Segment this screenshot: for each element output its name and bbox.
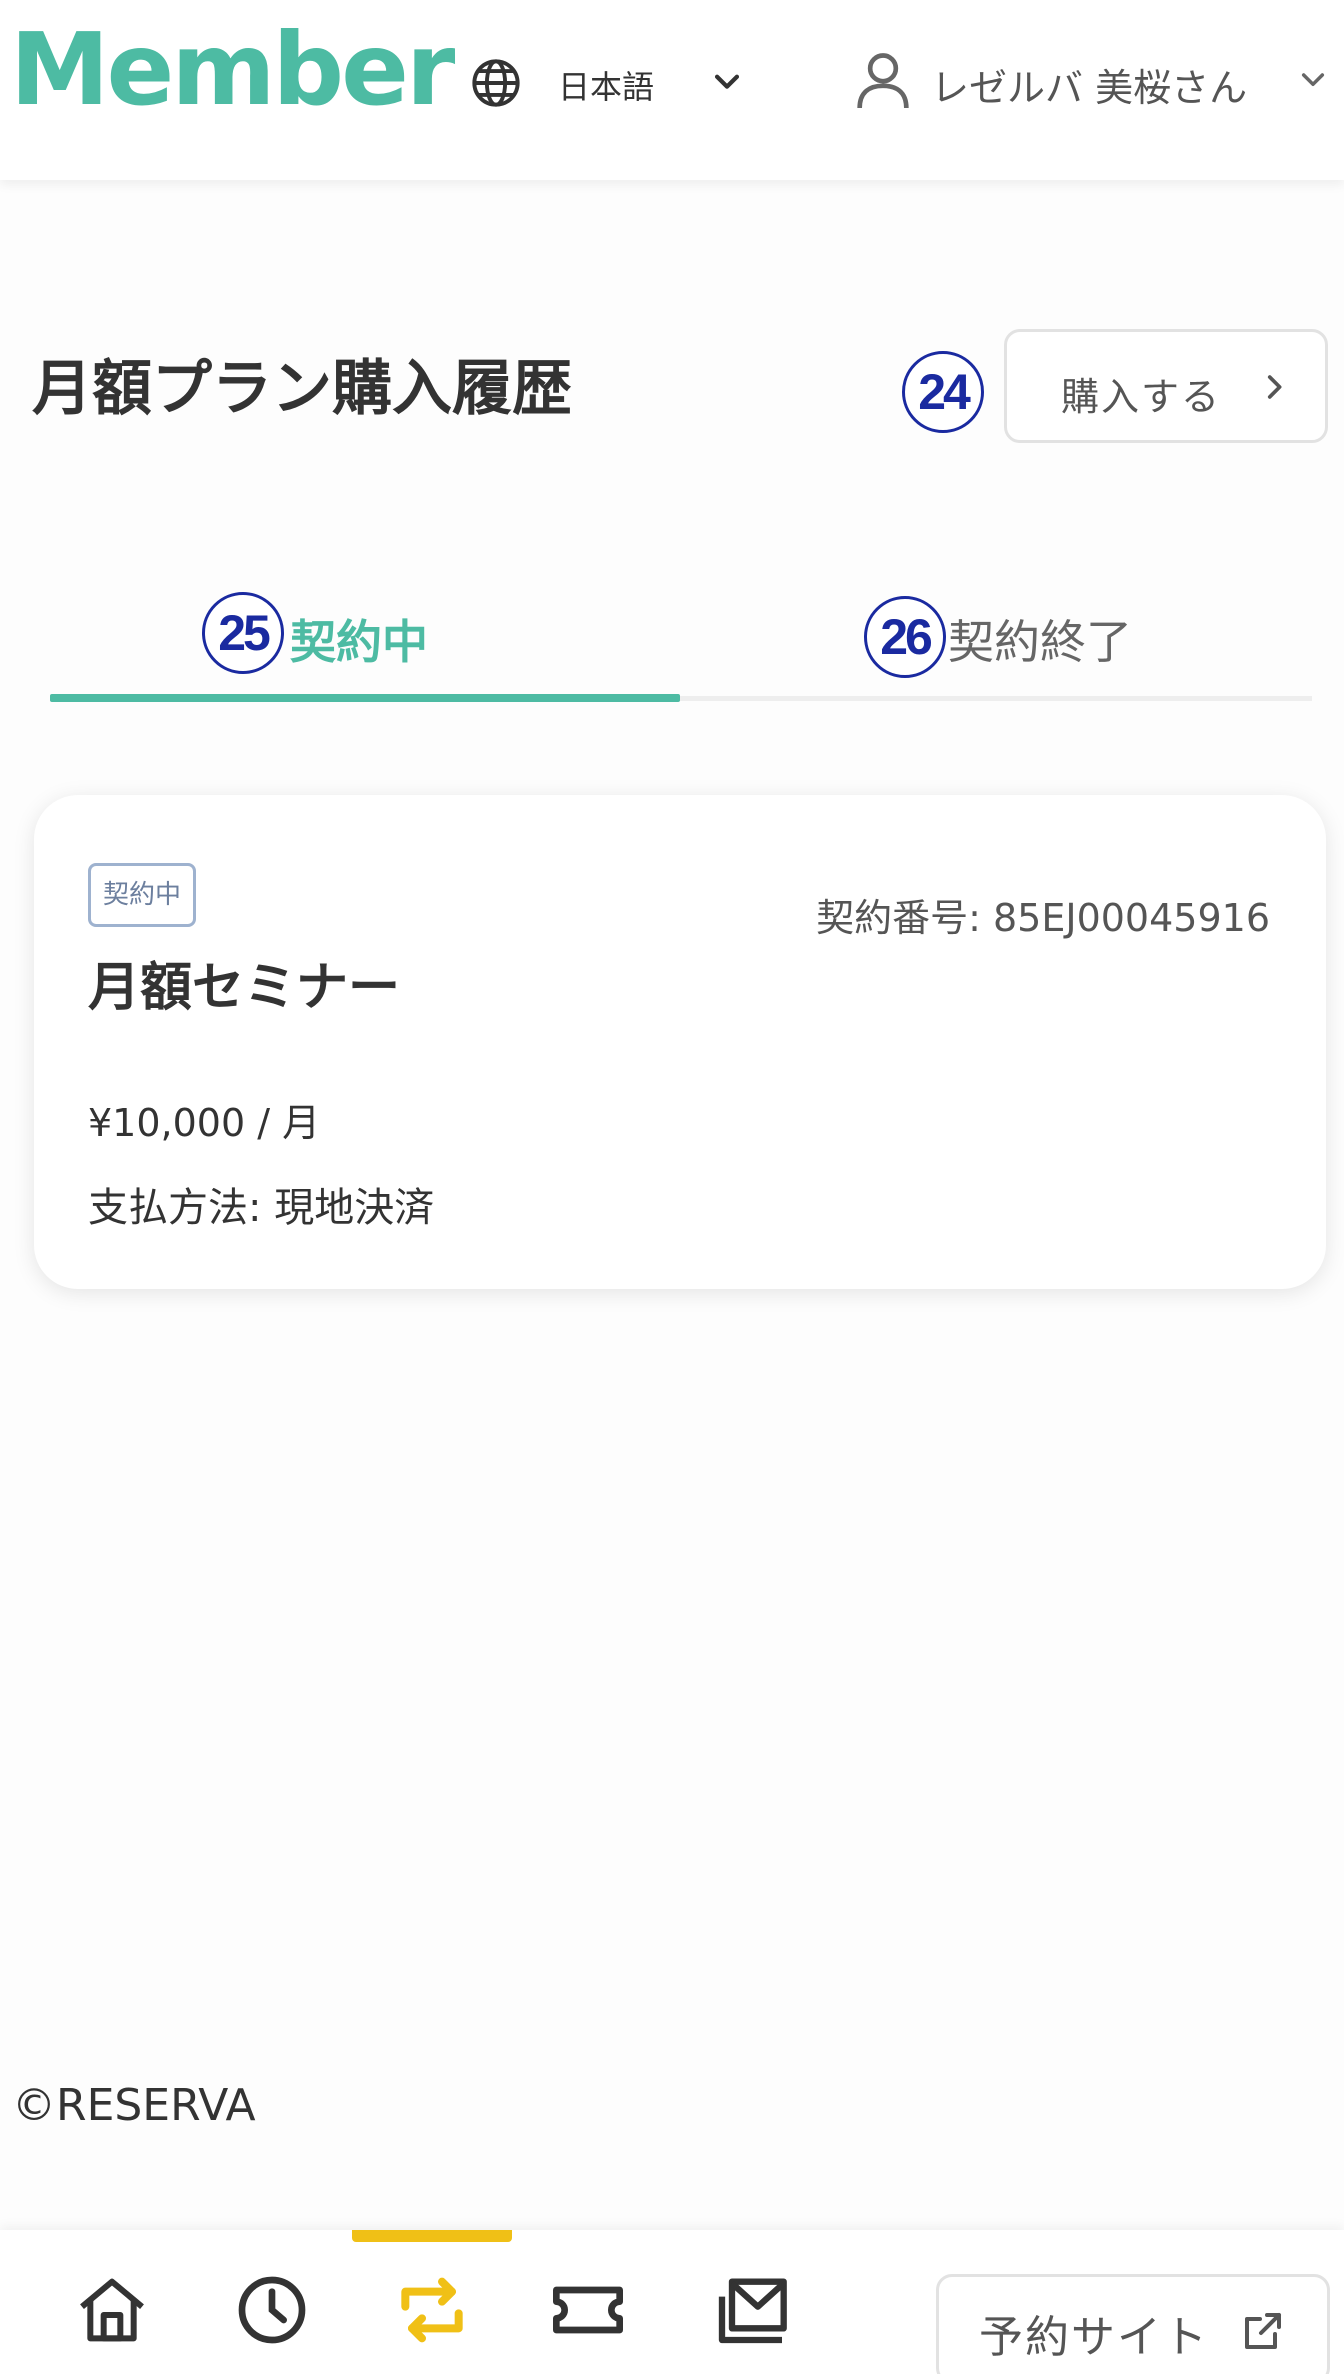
purchase-button[interactable]: 購入する bbox=[1004, 329, 1328, 443]
tab-ended-contracts[interactable]: 26 契約終了 bbox=[680, 570, 1312, 706]
tab-ended-label: 契約終了 bbox=[948, 615, 1132, 669]
nav-tickets[interactable] bbox=[548, 2270, 628, 2350]
globe-icon bbox=[472, 59, 520, 107]
page-title: 月額プラン購入履歴 bbox=[32, 354, 572, 424]
chevron-down-icon bbox=[714, 74, 740, 89]
user-name: レゼルバ 美桜さん bbox=[931, 66, 1248, 110]
annotation-marker-tab-active: 25 bbox=[202, 592, 284, 674]
app-header: Member 日本語 レゼルバ 美桜さん bbox=[0, 0, 1344, 180]
chevron-down-icon bbox=[1301, 73, 1325, 87]
subscription-repeat-icon bbox=[401, 2277, 463, 2343]
active-tab-indicator bbox=[50, 694, 680, 702]
ticket-icon bbox=[553, 2286, 623, 2334]
payment-method: 支払方法: 現地決済 bbox=[88, 1185, 435, 1231]
active-nav-indicator bbox=[352, 2230, 512, 2242]
user-menu[interactable]: レゼルバ 美桜さん bbox=[855, 45, 1335, 115]
tab-active-contracts[interactable]: 25 契約中 bbox=[50, 570, 680, 706]
chevron-right-icon bbox=[1267, 375, 1282, 399]
nav-history[interactable] bbox=[232, 2270, 312, 2350]
plan-price: ¥10,000 / 月 bbox=[88, 1101, 321, 1145]
annotation-marker-purchase: 24 bbox=[902, 351, 984, 433]
contract-number: 契約番号: 85EJ00045916 bbox=[816, 896, 1270, 940]
copyright: ©RESERVA bbox=[12, 2080, 256, 2131]
history-clock-icon bbox=[238, 2276, 306, 2344]
annotation-marker-tab-ended: 26 bbox=[864, 596, 946, 678]
external-link-icon bbox=[1245, 2313, 1281, 2349]
language-label: 日本語 bbox=[558, 68, 655, 106]
nav-messages[interactable] bbox=[712, 2270, 792, 2350]
home-icon bbox=[80, 2278, 144, 2342]
nav-home[interactable] bbox=[72, 2270, 152, 2350]
purchase-button-label: 購入する bbox=[1061, 375, 1222, 419]
reservation-site-label: 予約サイト bbox=[979, 2312, 1209, 2363]
tab-active-label: 契約中 bbox=[290, 615, 428, 669]
reservation-site-button[interactable]: 予約サイト bbox=[936, 2274, 1330, 2374]
contract-tabs: 25 契約中 26 契約終了 bbox=[50, 570, 1312, 706]
contract-card[interactable]: 契約中 契約番号: 85EJ00045916 月額セミナー ¥10,000 / … bbox=[34, 795, 1326, 1289]
page: Member 日本語 レゼルバ 美桜さん 月額プラン購入履歴 24 購入する 2… bbox=[0, 0, 1344, 2374]
user-icon bbox=[857, 53, 909, 109]
bottom-navigation: 予約サイト bbox=[0, 2230, 1344, 2374]
status-badge: 契約中 bbox=[88, 863, 197, 927]
member-logo[interactable]: Member bbox=[10, 10, 455, 130]
nav-subscriptions[interactable] bbox=[392, 2270, 472, 2350]
plan-name: 月額セミナー bbox=[88, 958, 401, 1018]
language-selector[interactable]: 日本語 bbox=[470, 50, 760, 110]
mail-icon bbox=[718, 2278, 787, 2344]
